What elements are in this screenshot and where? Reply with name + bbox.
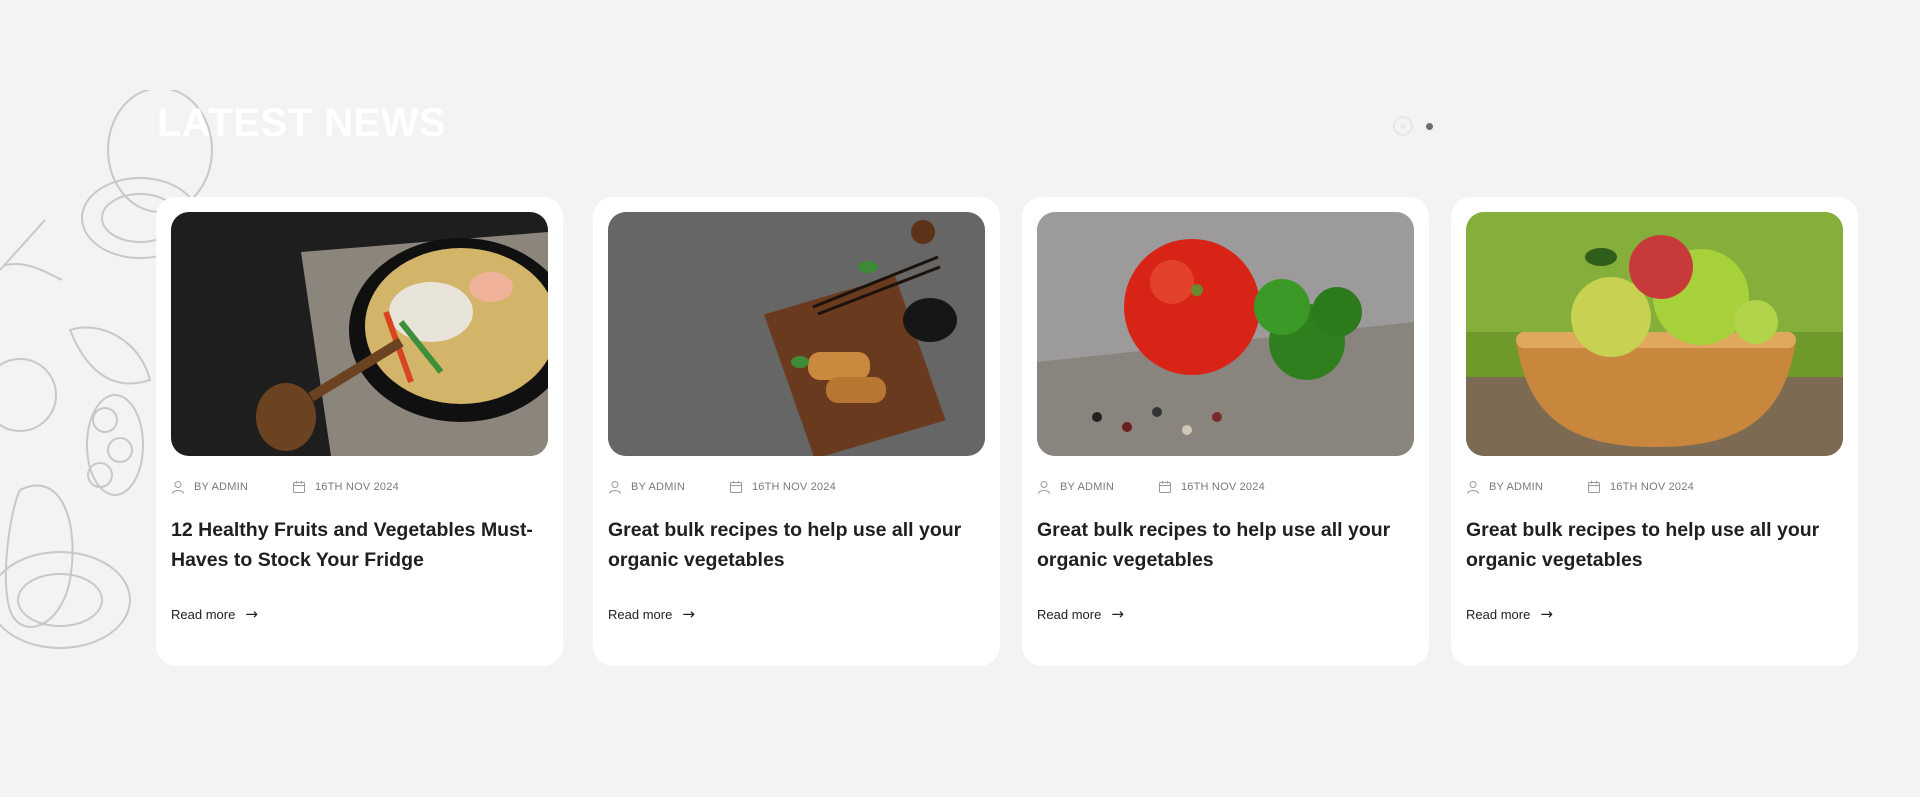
pagination-dot-active[interactable] <box>1393 116 1413 136</box>
read-more-link[interactable]: Read more → <box>608 605 695 623</box>
news-card: BY ADMIN 16TH NOV 2024 Great bulk recipe… <box>1451 197 1858 666</box>
news-card: BY ADMIN 16TH NOV 2024 12 Healthy Fruits… <box>156 197 563 666</box>
read-more-link[interactable]: Read more → <box>1466 605 1553 623</box>
post-date: 16TH NOV 2024 <box>1587 480 1694 494</box>
news-card: BY ADMIN 16TH NOV 2024 Great bulk recipe… <box>1022 197 1429 666</box>
read-more-link[interactable]: Read more → <box>171 605 258 623</box>
post-meta: BY ADMIN 16TH NOV 2024 <box>1466 479 1694 495</box>
read-more-link[interactable]: Read more → <box>1037 605 1124 623</box>
user-icon <box>609 481 621 494</box>
news-cards: BY ADMIN 16TH NOV 2024 12 Healthy Fruits… <box>156 197 1858 666</box>
user-icon <box>172 481 184 494</box>
noodle-bowl-image[interactable] <box>171 212 548 456</box>
pagination-dot[interactable] <box>1426 122 1433 130</box>
post-author: BY ADMIN <box>608 480 685 494</box>
post-author: BY ADMIN <box>1037 480 1114 494</box>
news-card: BY ADMIN 16TH NOV 2024 Great bulk recipe… <box>593 197 1000 666</box>
post-title[interactable]: Great bulk recipes to help use all your … <box>608 515 978 575</box>
arrow-right-icon: → <box>682 605 695 623</box>
calendar-icon <box>729 481 742 493</box>
post-date: 16TH NOV 2024 <box>729 480 836 494</box>
post-title[interactable]: Great bulk recipes to help use all your … <box>1037 515 1407 575</box>
post-title[interactable]: 12 Healthy Fruits and Vegetables Must-Ha… <box>171 515 541 575</box>
post-meta: BY ADMIN 16TH NOV 2024 <box>608 479 836 495</box>
post-author: BY ADMIN <box>1466 480 1543 494</box>
post-date: 16TH NOV 2024 <box>1158 480 1265 494</box>
user-icon <box>1038 481 1050 494</box>
post-meta: BY ADMIN 16TH NOV 2024 <box>1037 479 1265 495</box>
tomato-parsley-image[interactable] <box>1037 212 1414 456</box>
post-author: BY ADMIN <box>171 480 248 494</box>
calendar-icon <box>292 481 305 493</box>
spring-rolls-image[interactable] <box>608 212 985 456</box>
post-title[interactable]: Great bulk recipes to help use all your … <box>1466 515 1836 575</box>
arrow-right-icon: → <box>245 605 258 623</box>
carousel-pagination <box>1393 116 1433 136</box>
apples-bowl-image[interactable] <box>1466 212 1843 456</box>
arrow-right-icon: → <box>1111 605 1124 623</box>
calendar-icon <box>1158 481 1171 493</box>
user-icon <box>1467 481 1479 494</box>
section-title: LATEST NEWS <box>157 101 447 145</box>
arrow-right-icon: → <box>1540 605 1553 623</box>
post-date: 16TH NOV 2024 <box>292 480 399 494</box>
calendar-icon <box>1587 481 1600 493</box>
post-meta: BY ADMIN 16TH NOV 2024 <box>171 479 399 495</box>
